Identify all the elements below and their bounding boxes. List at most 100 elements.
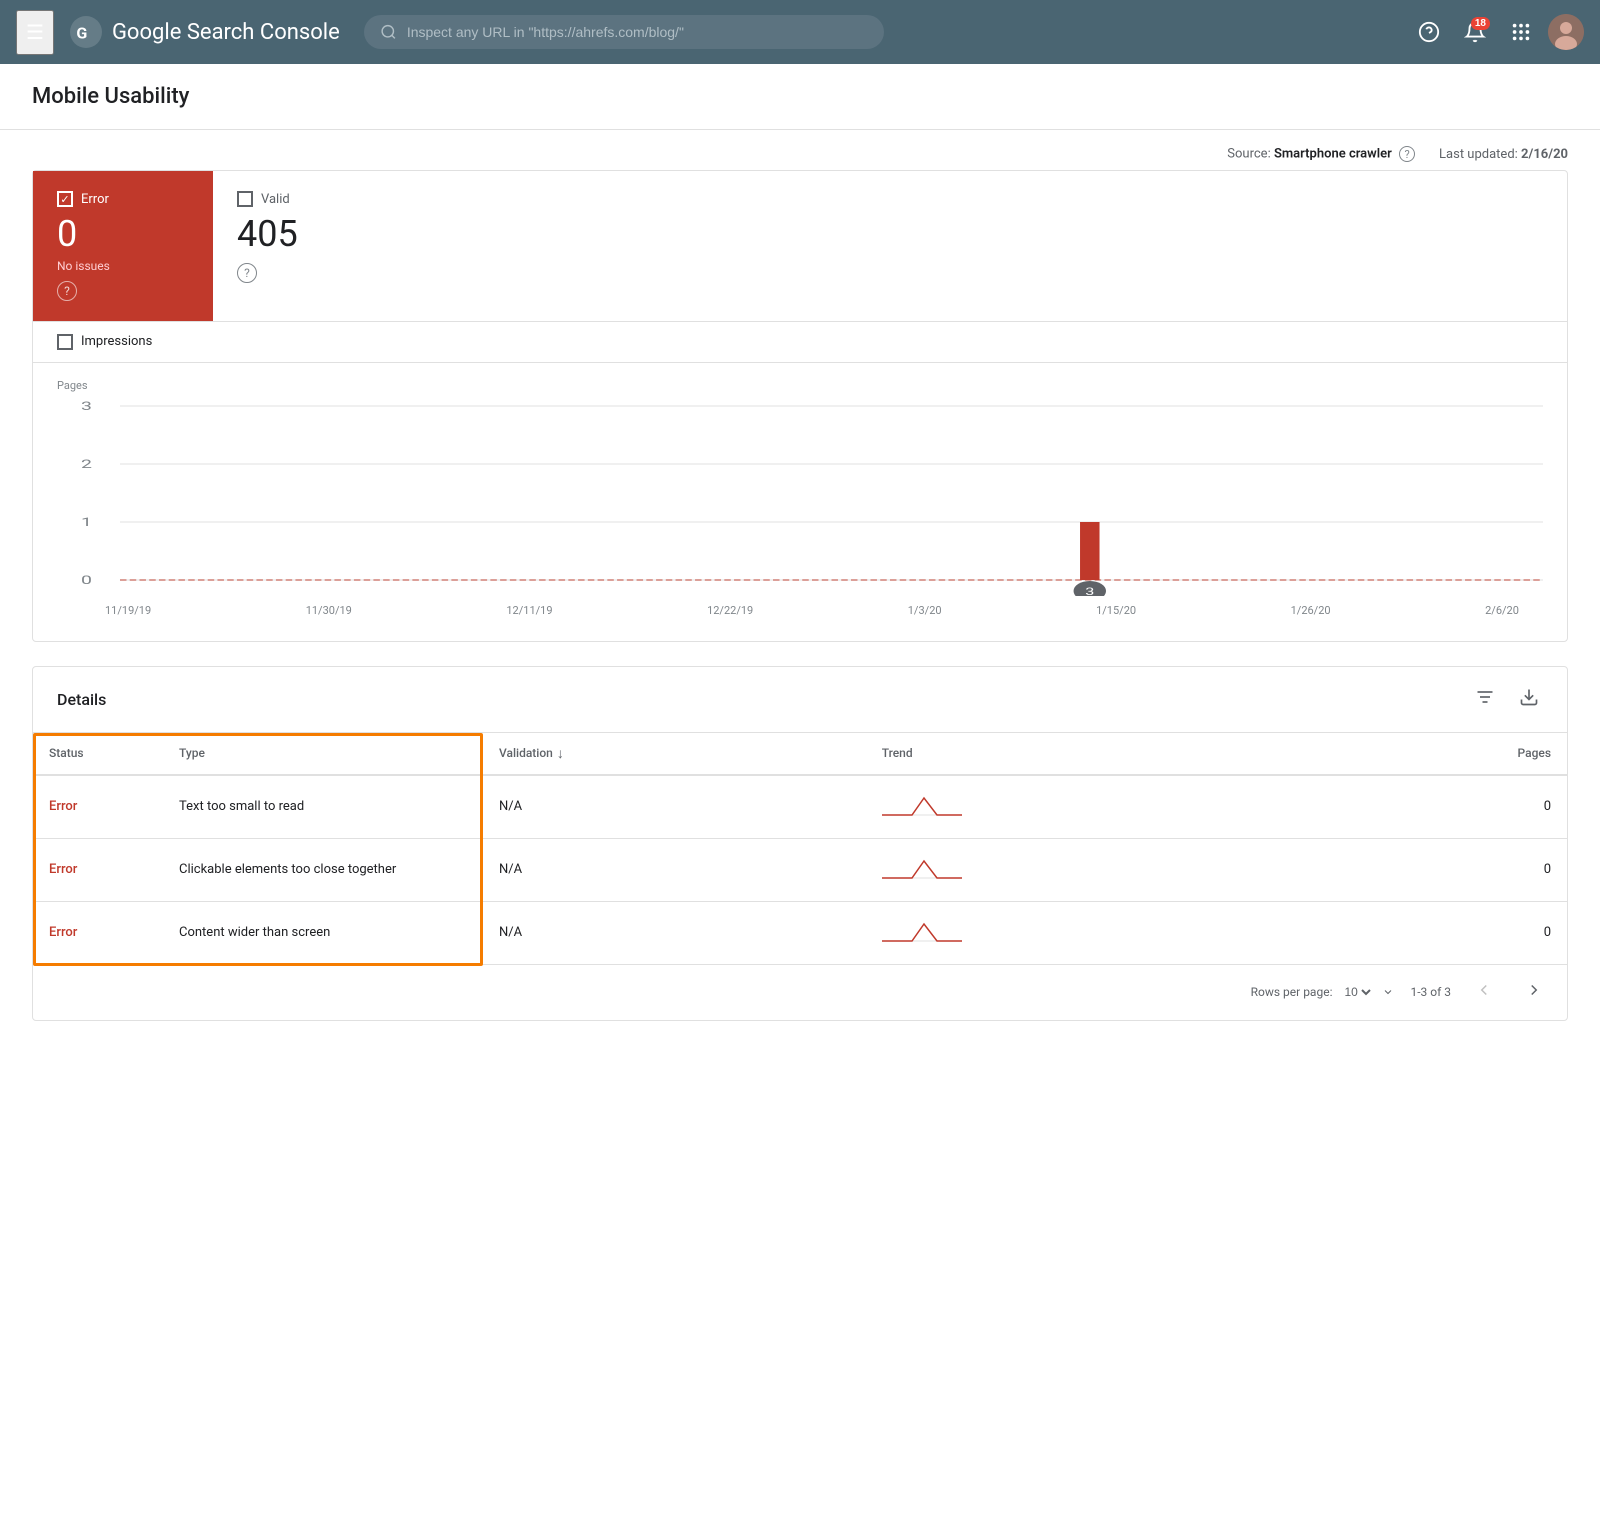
meta-info: Source: Smartphone crawler ? Last update… (0, 130, 1600, 170)
source-help-icon[interactable]: ? (1399, 146, 1415, 162)
search-bar[interactable] (364, 15, 884, 49)
svg-text:2: 2 (81, 456, 92, 470)
row-0-validation: N/A (483, 775, 866, 839)
help-button[interactable] (1410, 13, 1448, 51)
app-header: ☰ G Google Search Console 18 (0, 0, 1600, 64)
error-status-card[interactable]: ✓ Error 0 No issues ? (33, 171, 213, 321)
last-updated-value: 2/16/20 (1521, 147, 1568, 162)
chart-wrapper: 3 2 1 0 (57, 396, 1543, 633)
chart-x-labels: 11/19/19 11/30/19 12/11/19 12/22/19 1/3/… (57, 596, 1543, 633)
x-label-3: 12/22/19 (707, 604, 753, 617)
chart-section: ✓ Error 0 No issues ? Valid 405 ? Impres… (32, 170, 1568, 642)
row-0-status: Error (33, 775, 163, 839)
download-button[interactable] (1515, 683, 1543, 716)
error-checkbox-icon: ✓ (57, 191, 73, 207)
details-actions (1471, 683, 1543, 716)
chart-container: 3 2 1 0 (81, 396, 1543, 596)
valid-label: Valid (261, 192, 290, 207)
next-page-button[interactable] (1517, 977, 1551, 1008)
valid-help-icon[interactable]: ? (237, 263, 257, 283)
trend-sparkline-2 (882, 916, 962, 946)
dropdown-arrow-icon (1382, 986, 1394, 998)
page-info: 1-3 of 3 (1410, 985, 1451, 999)
page-title: Mobile Usability (32, 84, 1568, 109)
row-1-type: Clickable elements too close together (163, 838, 483, 901)
rows-per-page-select[interactable]: 10 25 50 (1340, 984, 1374, 1000)
svg-text:0: 0 (81, 572, 92, 586)
x-label-4: 1/3/20 (908, 604, 942, 617)
valid-checkbox-icon (237, 191, 253, 207)
source-info: Source: Smartphone crawler ? (1227, 146, 1415, 162)
x-label-5: 1/15/20 (1096, 604, 1136, 617)
impressions-checkbox[interactable] (57, 334, 73, 350)
row-2-validation: N/A (483, 901, 866, 964)
error-label: Error (81, 192, 109, 207)
app-logo: G Google Search Console (70, 16, 340, 48)
notifications-button[interactable]: 18 (1456, 13, 1494, 51)
table-row[interactable]: Error Text too small to read N/A 0 (33, 775, 1567, 839)
source-value: Smartphone crawler (1274, 147, 1392, 162)
filter-button[interactable] (1471, 683, 1499, 716)
details-title: Details (57, 690, 106, 709)
search-icon (380, 23, 397, 41)
impressions-row: Impressions (33, 322, 1567, 363)
row-2-trend (866, 901, 1309, 964)
impressions-label[interactable]: Impressions (81, 334, 152, 349)
details-table: Status Type Validation ↓ Trend Pages (33, 733, 1567, 965)
row-0-trend (866, 775, 1309, 839)
svg-text:1: 1 (81, 514, 92, 528)
col-validation[interactable]: Validation ↓ (483, 733, 866, 775)
table-container: Status Type Validation ↓ Trend Pages (33, 733, 1567, 1020)
row-1-pages: 0 (1308, 838, 1567, 901)
filter-icon (1475, 687, 1495, 707)
row-2-pages: 0 (1308, 901, 1567, 964)
rows-per-page-label: Rows per page: (1251, 985, 1333, 999)
download-icon (1519, 687, 1539, 707)
x-label-6: 1/26/20 (1291, 604, 1331, 617)
avatar[interactable] (1548, 14, 1584, 50)
app-title: Google Search Console (112, 20, 340, 45)
svg-text:3: 3 (1085, 586, 1094, 596)
trend-sparkline-1 (882, 853, 962, 883)
error-help-icon[interactable]: ? (57, 281, 77, 301)
valid-status-card[interactable]: Valid 405 ? (213, 171, 393, 321)
row-1-trend (866, 838, 1309, 901)
col-status: Status (33, 733, 163, 775)
chart-y-label: Pages (57, 379, 1543, 392)
prev-page-button[interactable] (1467, 977, 1501, 1008)
svg-text:3: 3 (81, 398, 92, 412)
row-0-pages: 0 (1308, 775, 1567, 839)
rows-per-page: Rows per page: 10 25 50 (1251, 984, 1395, 1000)
source-label: Source: (1227, 147, 1270, 162)
apps-button[interactable] (1502, 13, 1540, 51)
last-updated-info: Last updated: 2/16/20 (1439, 147, 1568, 162)
menu-icon[interactable]: ☰ (16, 10, 54, 55)
error-card-header: ✓ Error (57, 191, 189, 207)
table-header-row: Status Type Validation ↓ Trend Pages (33, 733, 1567, 775)
page-content: Mobile Usability Source: Smartphone craw… (0, 64, 1600, 1514)
row-1-validation: N/A (483, 838, 866, 901)
x-label-2: 12/11/19 (506, 604, 552, 617)
chart-svg: 3 2 1 0 (81, 396, 1543, 596)
chevron-right-icon (1525, 981, 1543, 999)
search-input[interactable] (407, 24, 868, 40)
sort-arrow-icon: ↓ (557, 745, 564, 762)
chart-area: Pages 3 2 1 0 (33, 363, 1567, 641)
details-header: Details (33, 667, 1567, 733)
error-count: 0 (57, 215, 189, 255)
row-2-type: Content wider than screen (163, 901, 483, 964)
table-row[interactable]: Error Clickable elements too close toget… (33, 838, 1567, 901)
status-cards: ✓ Error 0 No issues ? Valid 405 ? (33, 171, 1567, 322)
table-row[interactable]: Error Content wider than screen N/A 0 (33, 901, 1567, 964)
col-pages: Pages (1308, 733, 1567, 775)
header-actions: 18 (1410, 13, 1584, 51)
last-updated-label: Last updated: (1439, 147, 1518, 162)
chevron-left-icon (1475, 981, 1493, 999)
row-0-type: Text too small to read (163, 775, 483, 839)
valid-count: 405 (237, 215, 369, 255)
page-title-bar: Mobile Usability (0, 64, 1600, 130)
pagination-row: Rows per page: 10 25 50 1-3 of 3 (33, 965, 1567, 1020)
row-1-status: Error (33, 838, 163, 901)
valid-card-header: Valid (237, 191, 369, 207)
error-description: No issues (57, 259, 189, 273)
